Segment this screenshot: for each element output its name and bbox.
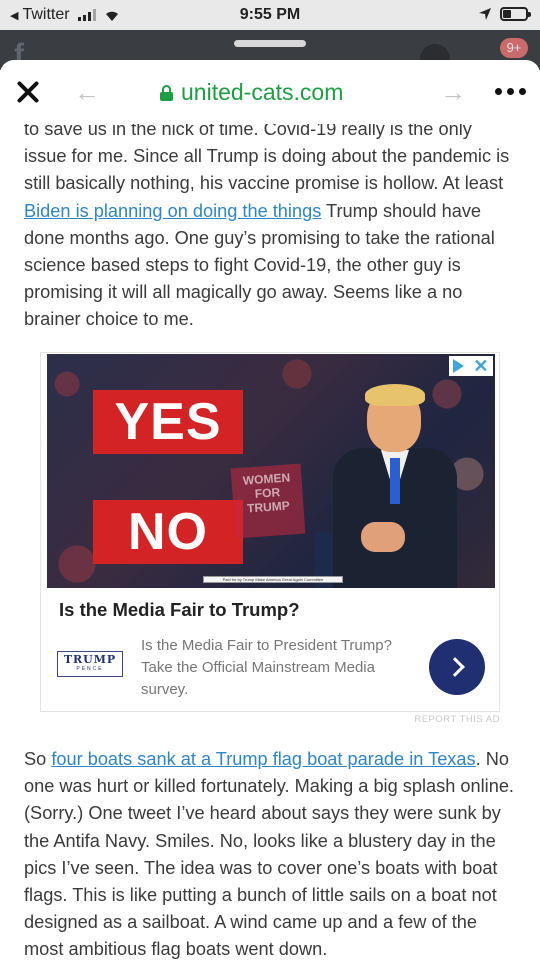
status-bar: ◀ Twitter 9:55 PM [0, 0, 540, 30]
location-arrow-icon [479, 8, 491, 20]
paragraph-text: . No one was hurt or killed fortunately.… [24, 749, 514, 960]
advertisement[interactable]: YES NO WOMEN FOR TRUMP Paid for by Trump… [40, 352, 500, 712]
url-bar[interactable]: united-cats.com [160, 79, 343, 106]
back-arrow-icon[interactable]: ← [74, 77, 100, 108]
lock-icon [160, 84, 173, 101]
boat-parade-link[interactable]: four boats sank at a Trump flag boat par… [51, 749, 475, 769]
url-text: united-cats.com [181, 79, 344, 105]
adchoices-button[interactable]: ✕ [449, 356, 493, 376]
ad-description: Is the Media Fair to President Trump? Ta… [141, 637, 392, 698]
adchoices-icon [453, 359, 465, 373]
no-sign: NO [93, 500, 243, 564]
biden-plan-link[interactable]: Biden is planning on doing the things [24, 201, 321, 221]
paid-for-disclaimer: Paid for by Trump Make America Great Aga… [203, 576, 343, 583]
clock: 9:55 PM [239, 6, 301, 23]
paragraph-text: So [24, 749, 52, 769]
ad-image[interactable]: YES NO WOMEN FOR TRUMP Paid for by Trump… [47, 354, 495, 588]
article-paragraph: So four boats sank at a Trump flag boat … [24, 746, 516, 960]
more-icon[interactable] [495, 88, 526, 95]
ad-open-button[interactable] [429, 639, 485, 695]
trump-pence-logo: TRUMP PENCE [57, 651, 123, 677]
chevron-right-icon [444, 657, 465, 677]
ad-close-icon[interactable]: ✕ [473, 357, 488, 375]
women-for-trump-sign: WOMEN FOR TRUMP [230, 463, 306, 539]
close-icon[interactable] [16, 80, 40, 104]
yes-sign: YES [93, 390, 243, 454]
report-ad-link[interactable]: REPORT THIS AD [414, 714, 500, 725]
speaker-figure [323, 382, 463, 588]
article-paragraph: to save us in the nick of time. Covid-19… [24, 116, 516, 334]
browser-toolbar: ← united-cats.com → [0, 60, 540, 124]
sheet-grabber-handle[interactable] [234, 40, 306, 47]
notification-badge: 9+ [500, 38, 528, 58]
ad-headline[interactable]: Is the Media Fair to Trump? [59, 599, 300, 621]
battery-fill [503, 10, 511, 18]
logo-main-text: TRUMP [63, 653, 117, 666]
battery-icon [500, 7, 531, 21]
logo-sub-text: PENCE [76, 666, 104, 672]
forward-arrow-icon[interactable]: → [440, 77, 466, 108]
paragraph-text: to save us in the nick of time. Covid-19… [24, 119, 510, 194]
